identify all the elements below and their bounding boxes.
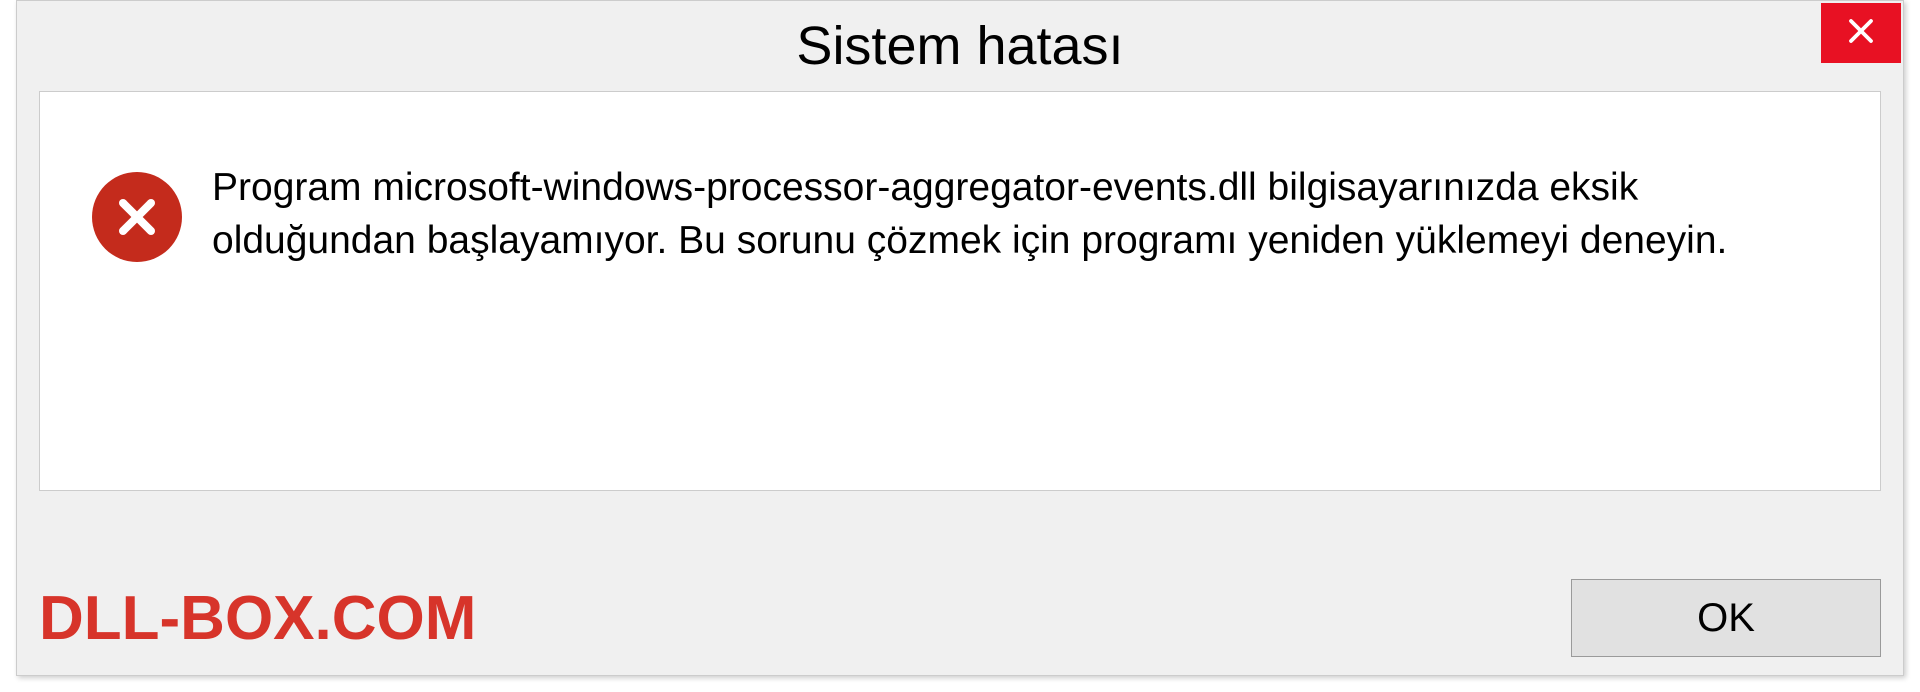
close-button[interactable] <box>1821 3 1901 63</box>
titlebar: Sistem hatası <box>17 1 1903 91</box>
content-panel: Program microsoft-windows-processor-aggr… <box>39 91 1881 491</box>
error-icon <box>92 172 182 262</box>
watermark-text: DLL-BOX.COM <box>39 583 476 654</box>
close-icon <box>1846 16 1876 51</box>
dialog-footer: DLL-BOX.COM OK <box>39 579 1881 657</box>
error-dialog: Sistem hatası Program microsoft-windows-… <box>16 0 1904 676</box>
ok-button[interactable]: OK <box>1571 579 1881 657</box>
error-icon-wrap <box>92 172 182 262</box>
dialog-title: Sistem hatası <box>796 15 1123 77</box>
error-message: Program microsoft-windows-processor-aggr… <box>212 162 1830 267</box>
